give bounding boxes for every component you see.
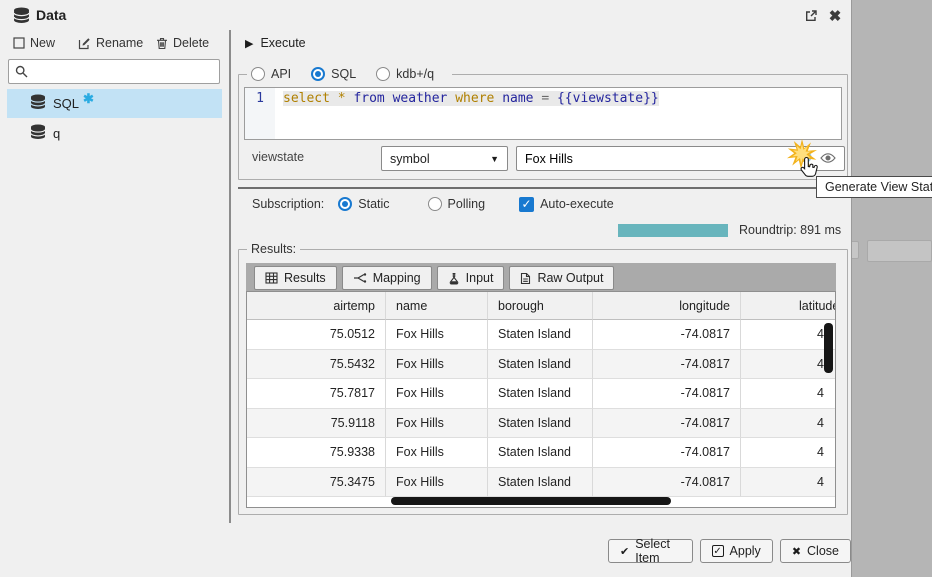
- delete-button[interactable]: Delete: [156, 36, 209, 50]
- modified-asterisk: ✱: [83, 91, 94, 107]
- table-header-row: airtemp name borough longitude latitude: [247, 292, 835, 320]
- results-tabstrip: Results Mapping Input Raw Output: [246, 263, 836, 291]
- code-line[interactable]: select * from weather where name = {{vie…: [275, 88, 659, 139]
- subscription-label: Subscription:: [252, 197, 324, 211]
- tab-raw-output[interactable]: Raw Output: [509, 266, 614, 290]
- document-icon: [520, 272, 531, 285]
- preview-eye-icon[interactable]: [820, 150, 836, 168]
- results-table[interactable]: airtemp name borough longitude latitude …: [246, 291, 836, 508]
- column-header[interactable]: latitude: [741, 292, 835, 320]
- footer-buttons: ✔ Select Item ✓ Apply ✖ Close: [608, 539, 851, 563]
- vertical-scrollbar[interactable]: [824, 323, 833, 373]
- database-icon: [13, 7, 30, 29]
- apply-button[interactable]: ✓ Apply: [700, 539, 773, 563]
- search-input[interactable]: [33, 65, 213, 79]
- tooltip: Generate View State: [816, 176, 932, 198]
- viewstate-label: viewstate: [252, 150, 304, 164]
- chevron-down-icon: ▼: [490, 154, 499, 164]
- search-box[interactable]: [8, 59, 220, 84]
- table-row[interactable]: 75.3475 Fox Hills Staten Island -74.0817…: [247, 468, 835, 498]
- auto-execute-checkbox[interactable]: ✓: [519, 197, 534, 212]
- table-row[interactable]: 75.7817 Fox Hills Staten Island -74.0817…: [247, 379, 835, 409]
- tab-input[interactable]: Input: [437, 266, 505, 290]
- item-label: SQL: [53, 96, 79, 111]
- backdrop-input: [867, 240, 932, 262]
- sidebar-item-sql[interactable]: SQL ✱: [7, 89, 222, 118]
- sql-radio[interactable]: [311, 67, 325, 81]
- table-row[interactable]: 75.9338 Fox Hills Staten Island -74.0817…: [247, 438, 835, 468]
- item-label: q: [53, 126, 60, 141]
- new-button[interactable]: New: [13, 36, 55, 50]
- checkbox-check-icon: ✓: [712, 545, 724, 557]
- api-radio[interactable]: [251, 67, 265, 81]
- rename-button[interactable]: Rename: [78, 36, 143, 50]
- x-icon: ✖: [792, 545, 801, 558]
- flask-icon: [448, 272, 460, 285]
- database-icon: [30, 124, 46, 143]
- database-icon: [30, 94, 46, 113]
- search-icon: [15, 65, 28, 78]
- sidebar-item-q[interactable]: q: [7, 119, 222, 148]
- close-icon[interactable]: ✖: [826, 7, 844, 25]
- data-dialog: Data ✖ New Rename Delete SQL ✱ q ▶ Ex: [0, 0, 852, 577]
- code-editor[interactable]: 1 select * from weather where name = {{v…: [244, 87, 842, 140]
- select-item-button[interactable]: ✔ Select Item: [608, 539, 693, 563]
- column-header[interactable]: longitude: [593, 292, 741, 320]
- section-divider: [238, 187, 848, 189]
- column-header[interactable]: borough: [488, 292, 593, 320]
- popout-icon[interactable]: [802, 7, 820, 25]
- execute-button[interactable]: ▶ Execute: [245, 36, 306, 50]
- viewstate-type-select[interactable]: symbol ▼: [381, 146, 508, 171]
- horizontal-scrollbar[interactable]: [391, 497, 671, 505]
- new-icon: [13, 37, 25, 49]
- panel-divider: [229, 30, 231, 523]
- fork-icon: [353, 272, 367, 284]
- polling-radio[interactable]: [428, 197, 442, 211]
- progress-bar: [618, 224, 728, 237]
- check-icon: ✔: [620, 545, 629, 558]
- tab-results[interactable]: Results: [254, 266, 337, 290]
- static-radio[interactable]: [338, 197, 352, 211]
- table-row[interactable]: 75.0512 Fox Hills Staten Island -74.0817…: [247, 320, 835, 350]
- roundtrip-text: Roundtrip: 891 ms: [739, 223, 841, 237]
- viewstate-value-input[interactable]: [525, 152, 799, 166]
- results-legend: Results:: [247, 242, 300, 256]
- trash-icon: [156, 37, 168, 50]
- close-button[interactable]: ✖ Close: [780, 539, 851, 563]
- table-row[interactable]: 75.9118 Fox Hills Staten Island -74.0817…: [247, 409, 835, 439]
- rename-icon: [78, 37, 91, 50]
- line-number: 1: [245, 88, 275, 139]
- dialog-title: Data: [36, 7, 66, 23]
- play-icon: ▶: [245, 37, 253, 50]
- column-header[interactable]: name: [386, 292, 488, 320]
- table-icon: [265, 272, 278, 284]
- table-row[interactable]: 75.5432 Fox Hills Staten Island -74.0817…: [247, 350, 835, 380]
- kdbq-radio[interactable]: [376, 67, 390, 81]
- subscription-row: Subscription: Static Polling ✓ Auto-exec…: [252, 194, 614, 214]
- column-header[interactable]: airtemp: [247, 292, 386, 320]
- tab-mapping[interactable]: Mapping: [342, 266, 432, 290]
